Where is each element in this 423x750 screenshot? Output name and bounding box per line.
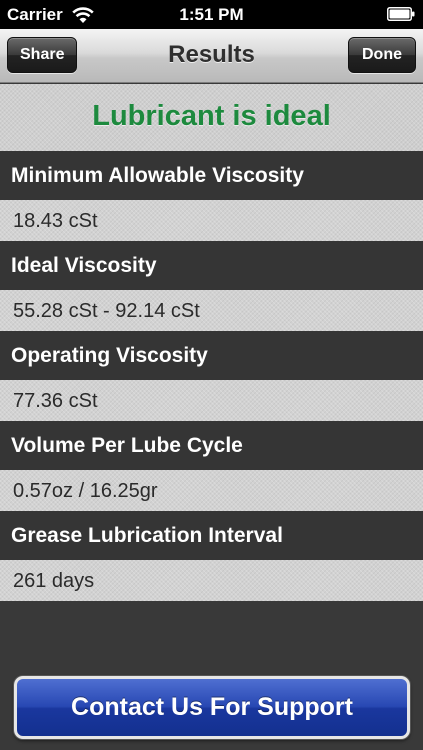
result-value: 261 days (0, 560, 423, 601)
result-value: 77.36 cSt (0, 380, 423, 421)
result-label: Volume Per Lube Cycle (0, 421, 423, 470)
status-bar: Carrier 1:51 PM (0, 0, 423, 29)
clock: 1:51 PM (179, 5, 244, 24)
results-list: Minimum Allowable Viscosity 18.43 cSt Id… (0, 151, 423, 601)
result-operating-viscosity: Operating Viscosity 77.36 cSt (0, 331, 423, 421)
result-value: 0.57oz / 16.25gr (0, 470, 423, 511)
result-value: 55.28 cSt - 92.14 cSt (0, 290, 423, 331)
result-volume-per-lube-cycle: Volume Per Lube Cycle 0.57oz / 16.25gr (0, 421, 423, 511)
contact-support-button[interactable]: Contact Us For Support (14, 676, 410, 739)
result-grease-lubrication-interval: Grease Lubrication Interval 261 days (0, 511, 423, 601)
result-label: Operating Viscosity (0, 331, 423, 380)
result-banner: Lubricant is ideal (0, 84, 423, 151)
result-label: Grease Lubrication Interval (0, 511, 423, 560)
result-value: 18.43 cSt (0, 200, 423, 241)
navigation-bar: Share Results Done (0, 29, 423, 83)
result-minimum-allowable-viscosity: Minimum Allowable Viscosity 18.43 cSt (0, 151, 423, 241)
done-button[interactable]: Done (348, 37, 416, 73)
battery-icon (387, 7, 415, 21)
result-ideal-viscosity: Ideal Viscosity 55.28 cSt - 92.14 cSt (0, 241, 423, 331)
result-label: Minimum Allowable Viscosity (0, 151, 423, 200)
result-label: Ideal Viscosity (0, 241, 423, 290)
result-status: Lubricant is ideal (92, 100, 331, 132)
